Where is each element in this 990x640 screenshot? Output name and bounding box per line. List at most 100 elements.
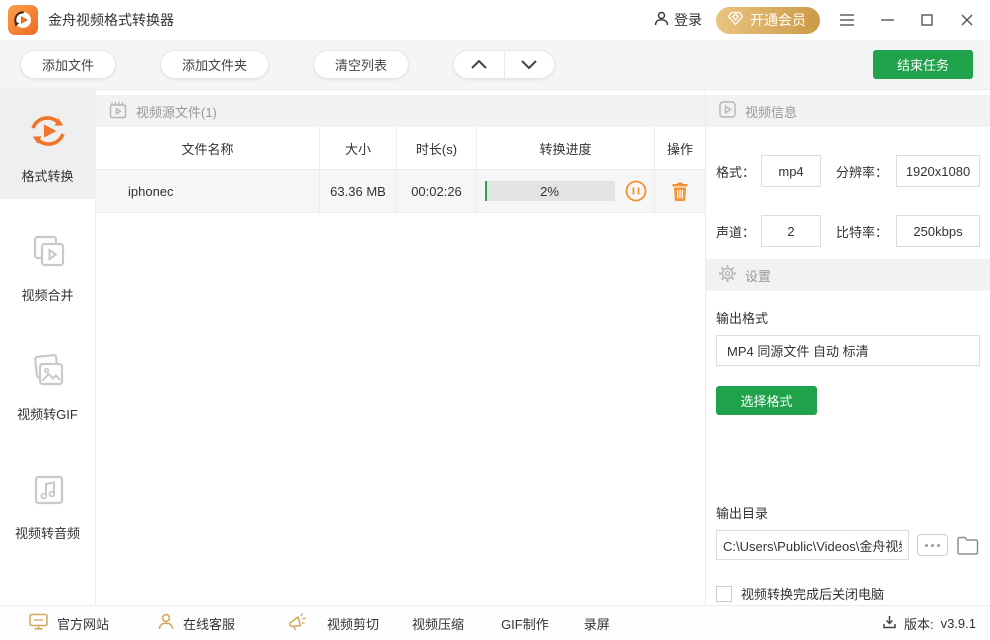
progress-cell: 2% [477,170,655,213]
version-value: v3.9.1 [941,616,976,631]
menu-button[interactable] [834,7,860,33]
app-logo-icon [8,5,38,35]
gear-icon [718,264,737,286]
official-site-link[interactable]: 官方网站 [28,612,109,634]
login-label: 登录 [674,10,702,30]
update-download-icon [882,614,897,633]
add-file-button[interactable]: 添加文件 [20,50,116,79]
maximize-button[interactable] [914,7,940,33]
monitor-icon [28,612,49,634]
actions-cell [655,170,705,213]
output-format-value: MP4 同源文件 自动 标清 [716,335,980,366]
output-format-label: 输出格式 [706,308,990,327]
gem-icon [727,11,744,29]
sidebar-item-format-convert[interactable]: 格式转换 [0,90,95,199]
file-name-cell: iphonec [96,170,320,213]
video-merge-icon [27,231,69,276]
table-header: 文件名称 大小 时长(s) 转换进度 操作 [96,127,705,170]
format-value: mp4 [761,155,821,187]
shutdown-checkbox-label: 视频转换完成后关闭电脑 [741,584,884,603]
sidebar-label: 视频转GIF [17,404,78,423]
bitrate-value: 250kbps [896,215,980,247]
info-row-1: 格式： mp4 分辨率： 1920x1080 [706,155,990,187]
login-button[interactable]: 登录 [653,10,702,30]
footer-link-screen-record[interactable]: 录屏 [584,614,610,633]
minimize-button[interactable] [874,7,900,33]
file-list-panel: 视频源文件(1) 文件名称 大小 时长(s) 转换进度 操作 iphonec 6… [96,90,705,605]
add-folder-button[interactable]: 添加文件夹 [160,50,269,79]
delete-button[interactable] [670,180,690,202]
resolution-value: 1920x1080 [896,155,980,187]
shutdown-option: 视频转换完成后关闭电脑 [716,584,980,603]
open-folder-button[interactable] [956,535,980,555]
sidebar-label: 视频转音频 [15,523,80,542]
vip-label: 开通会员 [750,10,806,30]
shutdown-checkbox[interactable] [716,586,732,602]
file-size-cell: 63.36 MB [320,170,397,213]
move-down-button[interactable] [505,51,555,78]
choose-format-button[interactable]: 选择格式 [716,386,817,415]
progress-label: 2% [485,181,615,201]
version-info[interactable]: 版本: v3.9.1 [882,614,976,633]
service-person-icon [157,612,175,634]
app-title: 金舟视频格式转换器 [48,10,174,30]
table-row[interactable]: iphonec 63.36 MB 00:02:26 2% [96,170,705,213]
output-dir-label: 输出目录 [706,503,990,522]
video-play-icon [718,100,737,122]
channels-label: 声道： [716,222,755,241]
settings-title: 设置 [745,266,771,285]
settings-header: 设置 [706,259,990,291]
output-dir-row [716,530,980,560]
vip-button[interactable]: 开通会员 [716,7,820,34]
move-up-button[interactable] [454,51,504,78]
bitrate-label: 比特率： [836,222,888,241]
sidebar-item-video-to-gif[interactable]: 视频转GIF [0,332,95,437]
footer-link-video-cut[interactable]: 视频剪切 [327,614,379,633]
clear-list-button[interactable]: 清空列表 [313,50,409,79]
resolution-label: 分辨率： [836,162,888,181]
official-site-label: 官方网站 [57,614,109,633]
sidebar-label: 视频合并 [21,285,73,304]
version-label: 版本: [904,614,934,633]
close-button[interactable] [954,7,980,33]
sidebar: 格式转换 视频合并 [0,90,96,605]
video-to-gif-icon [27,350,69,395]
footer: 官方网站 在线客服 视频剪切 视频压缩 GIF制作 录屏 [0,605,990,640]
sidebar-label: 格式转换 [21,166,73,185]
toolbar: 添加文件 添加文件夹 清空列表 结束任务 [0,40,990,90]
promo-tools [287,612,309,635]
video-info-header: 视频信息 [706,95,990,127]
sidebar-item-video-merge[interactable]: 视频合并 [0,213,95,318]
video-info-title: 视频信息 [745,102,797,121]
sidebar-item-video-to-audio[interactable]: 视频转音频 [0,451,95,556]
app-window: 金舟视频格式转换器 登录 开通会员 [0,0,990,640]
format-convert-icon [25,108,71,157]
browse-button[interactable] [917,534,948,556]
end-task-button[interactable]: 结束任务 [873,50,973,79]
film-icon [108,100,128,123]
progress-bar: 2% [485,181,615,201]
col-duration: 时长(s) [397,127,477,170]
col-file-name: 文件名称 [96,127,320,170]
source-files-header: 视频源文件(1) [96,95,705,127]
reorder-control [453,50,555,79]
megaphone-icon [287,612,309,635]
online-service-label: 在线客服 [183,614,235,633]
footer-link-gif-maker[interactable]: GIF制作 [501,614,549,633]
info-row-2: 声道： 2 比特率： 250kbps [706,215,990,247]
output-dir-input[interactable] [716,530,909,560]
footer-link-video-compress[interactable]: 视频压缩 [412,614,464,633]
col-size: 大小 [320,127,397,170]
col-actions: 操作 [655,127,705,170]
online-service-link[interactable]: 在线客服 [157,612,235,634]
format-label: 格式： [716,162,755,181]
col-progress: 转换进度 [477,127,655,170]
right-panel: 视频信息 格式： mp4 分辨率： 1920x1080 声道： 2 比特率： 2… [705,90,990,605]
file-table: 文件名称 大小 时长(s) 转换进度 操作 iphonec 63.36 MB 0… [96,127,705,213]
video-to-audio-icon [27,469,69,514]
user-icon [653,10,670,30]
source-files-title: 视频源文件(1) [136,102,217,121]
pause-button[interactable] [625,180,647,202]
titlebar: 金舟视频格式转换器 登录 开通会员 [0,0,990,40]
file-duration-cell: 00:02:26 [397,170,477,213]
